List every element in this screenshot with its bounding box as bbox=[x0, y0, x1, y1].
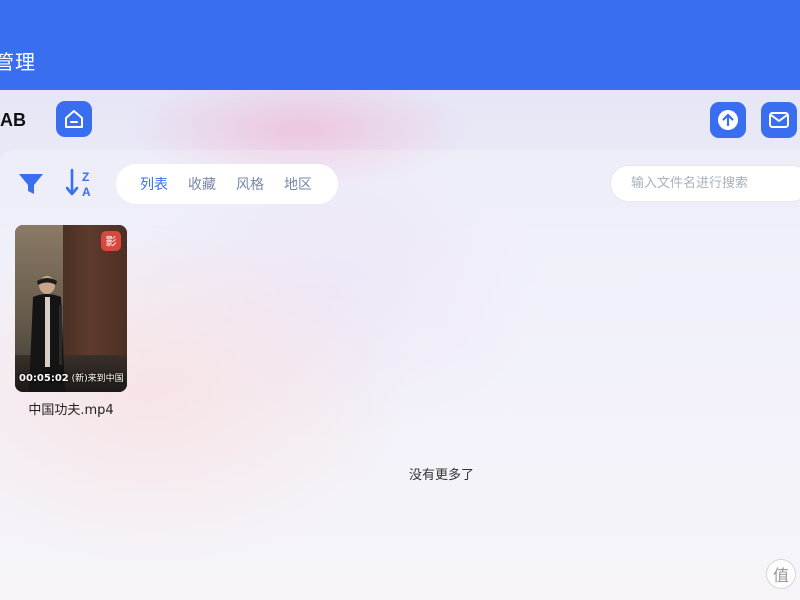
file-name-label[interactable]: 中国功夫.mp4 bbox=[15, 399, 127, 418]
tab-region[interactable]: 地区 bbox=[284, 174, 312, 194]
no-more-text: 没有更多了 bbox=[408, 468, 474, 483]
home-button[interactable] bbox=[56, 101, 92, 137]
category-tabs: 列表 收藏 风格 地区 bbox=[116, 164, 338, 204]
tab-list[interactable]: 列表 bbox=[140, 174, 168, 194]
watermark-logo: 值 bbox=[766, 559, 796, 589]
video-duration: 00:05:02 bbox=[19, 373, 69, 384]
upload-button[interactable] bbox=[710, 102, 746, 138]
tab-style[interactable]: 风格 bbox=[236, 174, 264, 194]
sort-button[interactable]: Z A bbox=[65, 167, 96, 203]
search-input[interactable] bbox=[631, 176, 800, 191]
upload-arrow-icon bbox=[718, 110, 738, 130]
mail-button[interactable] bbox=[761, 102, 797, 138]
filter-button[interactable] bbox=[17, 170, 45, 202]
filter-funnel-icon bbox=[19, 174, 43, 194]
home-icon bbox=[65, 110, 83, 128]
video-subtitle: (新)来到中国 bbox=[71, 374, 124, 384]
drive-name-label: AB bbox=[0, 110, 26, 130]
tab-favorites[interactable]: 收藏 bbox=[188, 174, 216, 194]
sort-z-a-icon: Z A bbox=[65, 168, 91, 199]
app-header: 管理 bbox=[0, 0, 800, 90]
svg-text:A: A bbox=[82, 185, 91, 199]
video-caption: 00:05:02 (新)来到中国 bbox=[19, 371, 124, 384]
search-box bbox=[610, 165, 800, 202]
video-badge: 影 bbox=[101, 231, 121, 251]
svg-text:Z: Z bbox=[82, 170, 89, 184]
page-title: 管理 bbox=[0, 50, 36, 74]
mail-icon bbox=[769, 112, 789, 128]
